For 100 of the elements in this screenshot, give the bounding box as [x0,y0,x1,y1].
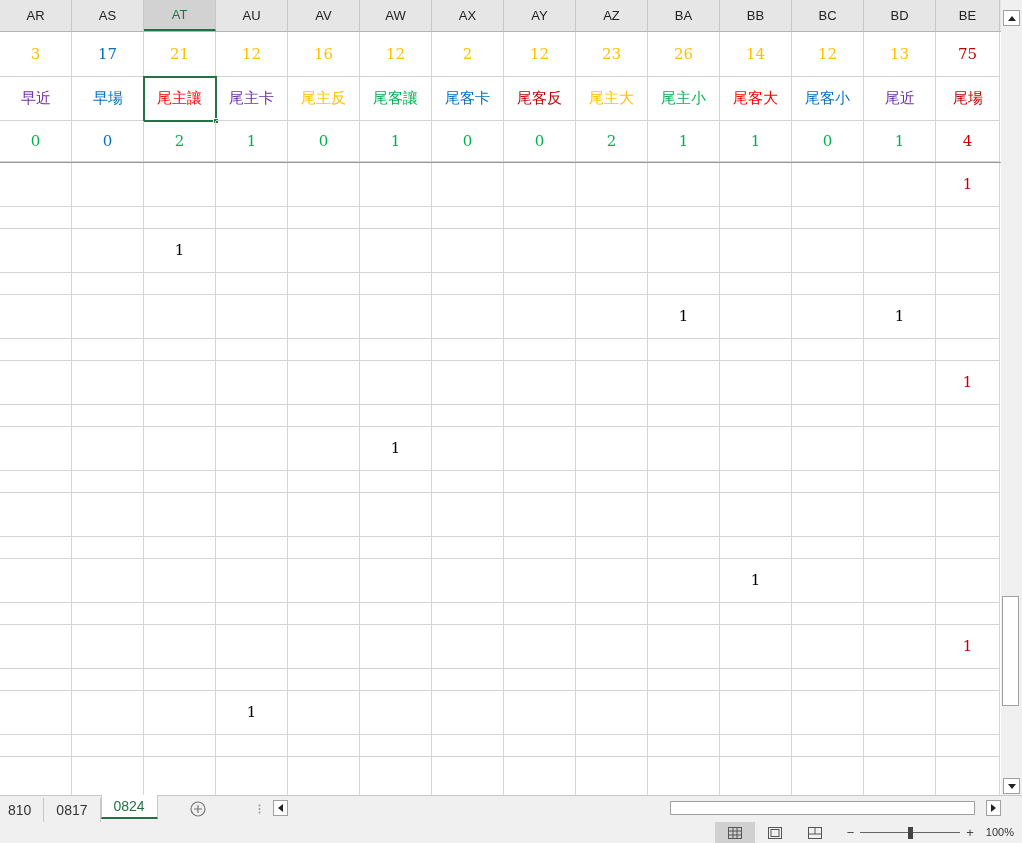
table-cell[interactable] [504,559,576,603]
table-cell[interactable] [720,361,792,405]
table-cell[interactable] [504,405,576,427]
table-cell[interactable] [360,361,432,405]
table-cell[interactable] [864,339,936,361]
column-header[interactable]: BA [648,0,720,31]
table-cell[interactable] [432,295,504,339]
table-cell[interactable] [648,163,720,207]
table-cell[interactable] [792,427,864,471]
table-cell[interactable] [936,207,1000,229]
table-cell[interactable] [216,339,288,361]
zoom-slider[interactable] [860,826,961,839]
table-cell[interactable] [432,559,504,603]
scroll-up-button[interactable] [1003,10,1020,26]
table-cell[interactable] [648,339,720,361]
table-cell[interactable] [360,295,432,339]
table-cell[interactable] [216,361,288,405]
table-cell[interactable] [720,735,792,757]
table-cell[interactable] [576,603,648,625]
scroll-thumb[interactable] [1002,596,1019,706]
table-cell[interactable] [72,273,144,295]
table-cell[interactable] [504,735,576,757]
table-cell[interactable] [0,207,72,229]
table-cell[interactable] [288,735,360,757]
table-cell[interactable] [0,625,72,669]
table-cell[interactable] [648,493,720,537]
table-cell[interactable] [144,493,216,537]
table-cell[interactable] [936,603,1000,625]
table-cell[interactable]: 1 [648,295,720,339]
table-cell[interactable] [864,691,936,735]
table-cell[interactable] [792,603,864,625]
table-cell[interactable] [576,625,648,669]
table-cell[interactable] [144,625,216,669]
zoom-in-button[interactable]: + [966,822,974,843]
table-cell[interactable]: 1 [936,163,1000,207]
table-cell[interactable] [0,735,72,757]
table-cell[interactable]: 尾客讓 [360,77,432,121]
table-cell[interactable] [0,229,72,273]
table-cell[interactable] [504,625,576,669]
table-cell[interactable] [288,471,360,493]
table-cell[interactable] [648,207,720,229]
table-cell[interactable]: 1 [864,121,936,162]
table-cell[interactable]: 4 [936,121,1000,162]
table-cell[interactable] [360,669,432,691]
scroll-down-button[interactable] [1003,778,1020,794]
table-cell[interactable] [72,163,144,207]
table-cell[interactable] [360,207,432,229]
table-cell[interactable] [360,625,432,669]
table-cell[interactable] [288,163,360,207]
table-cell[interactable]: 1 [216,121,288,162]
table-cell[interactable]: 1 [864,295,936,339]
table-cell[interactable] [864,669,936,691]
table-cell[interactable] [288,427,360,471]
table-cell[interactable] [792,559,864,603]
table-cell[interactable] [432,361,504,405]
table-cell[interactable]: 0 [504,121,576,162]
table-cell[interactable] [864,603,936,625]
table-cell[interactable] [864,207,936,229]
table-cell[interactable] [792,691,864,735]
table-cell[interactable] [504,427,576,471]
table-cell[interactable] [936,735,1000,757]
table-cell[interactable] [144,273,216,295]
table-cell[interactable] [792,471,864,493]
table-cell[interactable] [360,273,432,295]
table-cell[interactable] [936,559,1000,603]
table-cell[interactable] [720,625,792,669]
table-cell[interactable] [432,229,504,273]
table-cell[interactable] [936,339,1000,361]
table-cell[interactable] [0,471,72,493]
table-cell[interactable] [216,603,288,625]
scroll-left-button[interactable] [272,800,288,816]
table-cell[interactable] [648,471,720,493]
table-cell[interactable]: 0 [432,121,504,162]
table-cell[interactable] [936,229,1000,273]
table-cell[interactable] [504,207,576,229]
table-cell[interactable]: 1 [648,121,720,162]
table-cell[interactable] [360,603,432,625]
table-cell[interactable] [504,537,576,559]
table-cell[interactable]: 1 [360,121,432,162]
column-header[interactable]: BE [936,0,1000,31]
table-cell[interactable] [144,361,216,405]
table-cell[interactable]: 尾場 [936,77,1000,121]
table-cell[interactable]: 1 [720,121,792,162]
table-cell[interactable] [216,295,288,339]
table-cell[interactable] [432,207,504,229]
table-cell[interactable] [720,493,792,537]
table-cell[interactable] [0,295,72,339]
table-cell[interactable] [792,273,864,295]
table-cell[interactable] [144,669,216,691]
table-cell[interactable] [216,273,288,295]
table-cell[interactable] [792,405,864,427]
table-cell[interactable]: 尾近 [864,77,936,121]
table-cell[interactable] [576,691,648,735]
table-cell[interactable]: 1 [720,559,792,603]
table-cell[interactable] [504,691,576,735]
table-cell[interactable] [72,361,144,405]
table-cell[interactable] [432,537,504,559]
table-cell[interactable]: 尾客小 [792,77,864,121]
table-cell[interactable] [360,163,432,207]
column-header[interactable]: BD [864,0,936,31]
